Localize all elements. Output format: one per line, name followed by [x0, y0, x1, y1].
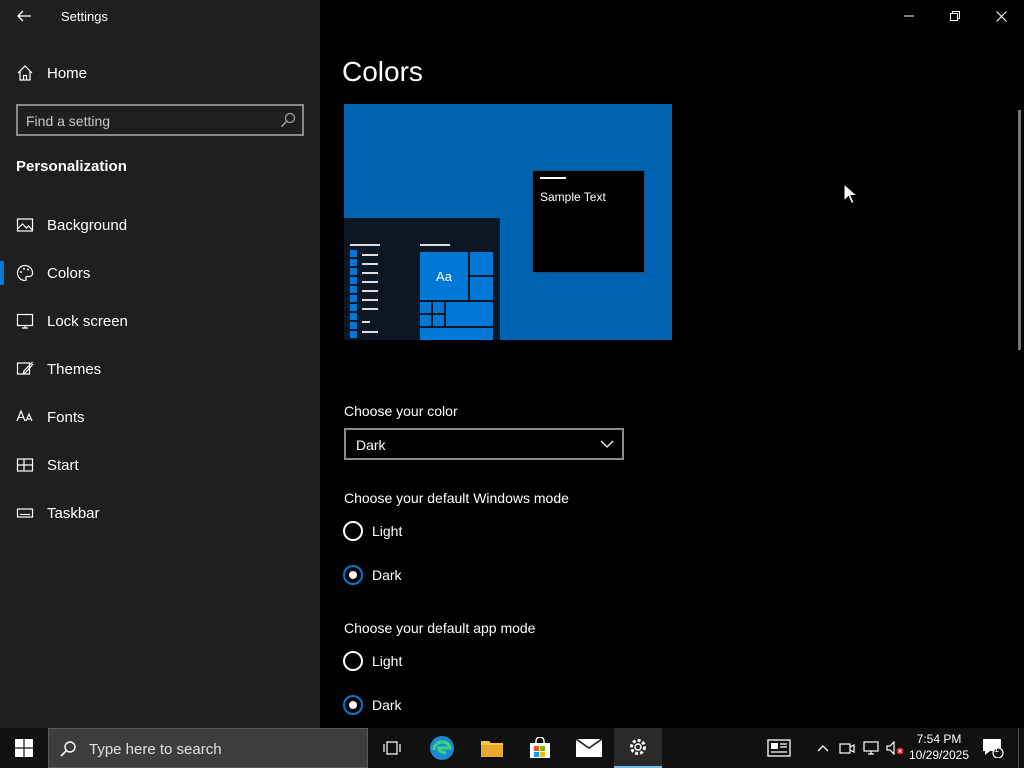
- microsoft-store-button[interactable]: [516, 728, 564, 768]
- font-icon: [16, 409, 33, 422]
- preview-start-menu: Aa: [344, 218, 500, 340]
- network-icon: [863, 741, 879, 755]
- minimize-button[interactable]: [886, 0, 932, 32]
- back-button[interactable]: [10, 4, 38, 28]
- choose-color-dropdown[interactable]: Dark: [344, 428, 624, 460]
- taskbar-search-box[interactable]: Type here to search: [48, 728, 368, 768]
- news-icon: [767, 739, 791, 757]
- sidebar-item-colors[interactable]: Colors: [0, 253, 320, 293]
- edge-button[interactable]: [418, 728, 466, 768]
- windows-mode-dark-radio[interactable]: Dark: [343, 564, 543, 588]
- brush-icon: [16, 361, 34, 375]
- folder-icon: [481, 741, 503, 757]
- color-preview: Aa Sample Text: [344, 104, 672, 340]
- show-hidden-icons-button[interactable]: [812, 728, 834, 768]
- sidebar-item-label: Taskbar: [47, 505, 100, 522]
- app-mode-dark-radio[interactable]: Dark: [343, 694, 543, 718]
- meet-now-button[interactable]: [836, 728, 858, 768]
- task-view-button[interactable]: [368, 728, 416, 768]
- file-explorer-button[interactable]: [468, 728, 516, 768]
- clock-date: 10/29/2025: [908, 748, 970, 762]
- start-icon: [16, 458, 34, 472]
- notification-count: 1: [994, 744, 1000, 754]
- sidebar-item-home[interactable]: Home: [0, 57, 320, 89]
- gear-icon: [630, 739, 646, 755]
- radio-label: Light: [372, 523, 403, 539]
- taskbar-icon: [16, 508, 34, 518]
- app-title: Settings: [61, 9, 108, 24]
- sidebar-item-start[interactable]: Start: [0, 445, 320, 485]
- lock-screen-icon: [16, 313, 34, 329]
- palette-icon: [16, 264, 34, 282]
- edge-browser-icon: [430, 736, 454, 760]
- app-mode-light-radio[interactable]: Light: [343, 650, 543, 674]
- mail-button[interactable]: [565, 728, 613, 768]
- volume-button[interactable]: [884, 728, 906, 768]
- home-icon: [17, 65, 33, 81]
- radio-circle: [343, 695, 363, 715]
- mouse-cursor-icon: [843, 183, 857, 205]
- search-icon[interactable]: [280, 112, 296, 128]
- sidebar-item-label: Start: [47, 457, 79, 474]
- radio-label: Dark: [372, 567, 402, 583]
- preview-sample-window: Sample Text: [532, 170, 645, 273]
- clock-time: 7:54 PM: [916, 732, 962, 746]
- taskbar-clock[interactable]: 7:54 PM 10/29/2025: [908, 731, 970, 763]
- radio-label: Light: [372, 653, 403, 669]
- windows-logo-icon: [15, 739, 33, 757]
- sidebar-item-taskbar[interactable]: Taskbar: [0, 493, 320, 533]
- restore-button[interactable]: [932, 0, 978, 32]
- chevron-down-icon: [600, 440, 614, 448]
- volume-muted-icon: [886, 741, 904, 755]
- sidebar-item-themes[interactable]: Themes: [0, 349, 320, 389]
- notification-icon: [983, 739, 1004, 758]
- minimize-icon: [904, 15, 914, 17]
- taskbar: Type here to search 7:54 PM 10/29/2025 1: [0, 728, 1024, 768]
- close-icon: [995, 10, 1007, 22]
- radio-circle: [343, 521, 363, 541]
- choose-color-value: Dark: [356, 437, 386, 453]
- preview-sample-text: Sample Text: [540, 190, 606, 204]
- sidebar-item-label: Background: [47, 217, 128, 234]
- windows-mode-light-radio[interactable]: Light: [343, 520, 543, 544]
- task-view-icon: [383, 741, 401, 755]
- chevron-up-icon: [817, 745, 829, 752]
- restore-icon: [950, 11, 960, 21]
- settings-search-box[interactable]: [16, 104, 304, 136]
- section-title: Personalization: [16, 158, 127, 175]
- sidebar-item-label: Themes: [47, 361, 102, 378]
- store-bag-icon: [530, 737, 550, 758]
- sidebar-item-label: Lock screen: [47, 313, 128, 330]
- start-button[interactable]: [0, 728, 48, 768]
- news-widget-button[interactable]: [760, 728, 798, 768]
- home-label: Home: [47, 65, 88, 82]
- close-button[interactable]: [978, 0, 1024, 32]
- camera-icon: [839, 743, 855, 754]
- radio-circle: [343, 565, 363, 585]
- settings-taskbar-button[interactable]: [614, 728, 662, 768]
- sidebar-item-fonts[interactable]: Fonts: [0, 397, 320, 437]
- sidebar-item-label: Fonts: [47, 409, 85, 426]
- page-title: Colors: [342, 56, 423, 87]
- vertical-scrollbar[interactable]: [1018, 110, 1021, 350]
- mail-icon: [576, 739, 602, 757]
- sidebar: Settings Home Personalization Background…: [0, 0, 320, 728]
- sidebar-item-label: Colors: [47, 265, 91, 282]
- windows-mode-label: Choose your default Windows mode: [344, 490, 569, 506]
- sidebar-item-background[interactable]: Background: [0, 205, 320, 245]
- settings-search-input[interactable]: [26, 111, 276, 131]
- app-mode-label: Choose your default app mode: [344, 620, 536, 636]
- radio-circle: [343, 651, 363, 671]
- preview-tile-aa: Aa: [420, 252, 468, 300]
- action-center-button[interactable]: 1: [976, 728, 1010, 768]
- picture-icon: [16, 218, 34, 232]
- show-desktop-button[interactable]: [1018, 728, 1024, 768]
- back-arrow-icon: [17, 10, 31, 22]
- network-button[interactable]: [860, 728, 882, 768]
- choose-color-label: Choose your color: [344, 403, 458, 419]
- radio-label: Dark: [372, 697, 402, 713]
- search-icon: [60, 741, 76, 757]
- sidebar-item-lock-screen[interactable]: Lock screen: [0, 301, 320, 341]
- taskbar-search-placeholder: Type here to search: [89, 741, 222, 758]
